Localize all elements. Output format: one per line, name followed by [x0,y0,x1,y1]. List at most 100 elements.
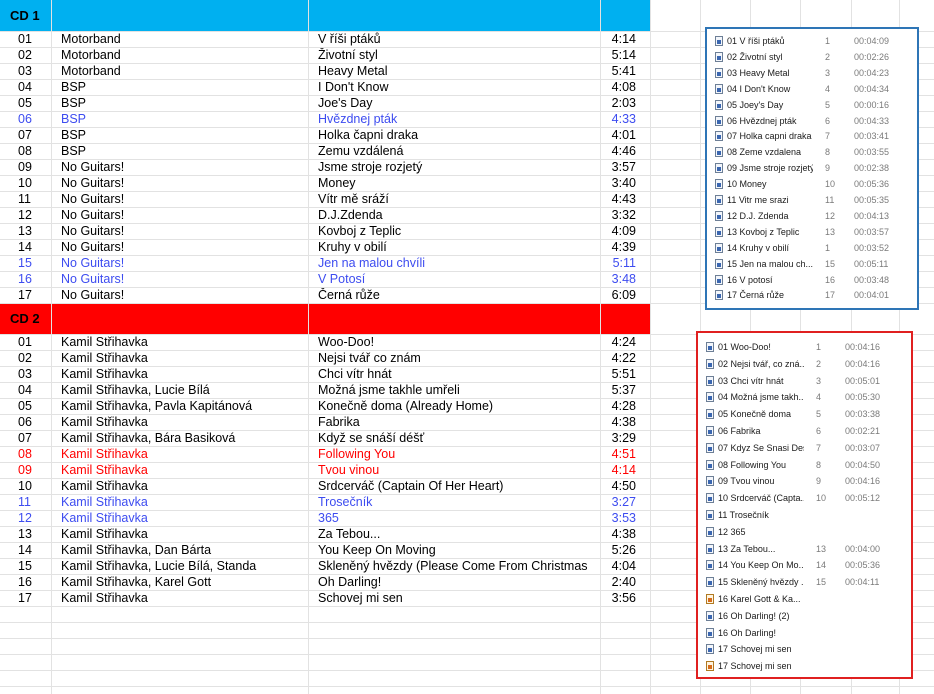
artist-cell[interactable]: BSP [61,111,307,127]
title-cell[interactable]: Joe's Day [318,95,600,111]
track-number-cell[interactable]: 09 [18,159,48,175]
file-list-item[interactable]: 05 Konečně doma 5 00:03:38 [698,406,911,422]
title-cell[interactable]: Konečně doma (Already Home) [318,398,600,414]
table-row[interactable]: 02 Motorband Životní styl 5:14 [0,47,650,63]
duration-cell[interactable]: 4:50 [600,478,636,494]
track-number-cell[interactable]: 11 [18,191,48,207]
title-cell[interactable]: 365 [318,510,600,526]
artist-cell[interactable]: Kamil Střihavka [61,462,307,478]
title-cell[interactable]: Chci vítr hnát [318,366,600,382]
table-row[interactable]: 14 Kamil Střihavka, Dan Bárta You Keep On … [0,542,650,558]
duration-cell[interactable]: 2:40 [600,574,636,590]
title-cell[interactable]: Schovej mi sen [318,590,600,606]
artist-cell[interactable]: Kamil Střihavka, Bára Basiková [61,430,307,446]
track-number-cell[interactable]: 07 [18,127,48,143]
table-row[interactable]: 13 Kamil Střihavka Za Tebou... 4:38 [0,526,650,542]
duration-cell[interactable]: 3:40 [600,175,636,191]
file-list-item[interactable]: 01 V říši ptáků 1 00:04:09 [707,33,917,49]
title-cell[interactable]: Skleněný hvězdy (Please Come From Christ… [318,558,600,574]
table-row[interactable]: 15 Kamil Střihavka, Lucie Bílá, Standa Skl… [0,558,650,574]
table-row[interactable]: 10 No Guitars! Money 3:40 [0,175,650,191]
duration-cell[interactable]: 2:03 [600,95,636,111]
table-row[interactable]: 07 Kamil Střihavka, Bára Basiková Když se … [0,430,650,446]
table-row[interactable]: 08 Kamil Střihavka Following You 4:51 [0,446,650,462]
duration-cell[interactable]: 4:01 [600,127,636,143]
title-cell[interactable]: Možná jsme takhle umřeli [318,382,600,398]
duration-cell[interactable]: 4:28 [600,398,636,414]
track-number-cell[interactable]: 02 [18,47,48,63]
file-list-item[interactable]: 17 Černá růže 17 00:04:01 [707,287,917,303]
duration-cell[interactable]: 5:51 [600,366,636,382]
table-row[interactable]: 17 No Guitars! Černá růže 6:09 [0,287,650,303]
file-list-item[interactable]: 04 Možná jsme takh... 4 00:05:30 [698,389,911,405]
table-row[interactable]: 03 Motorband Heavy Metal 5:41 [0,63,650,79]
table-row[interactable]: 14 No Guitars! Kruhy v obilí 4:39 [0,239,650,255]
file-list-item[interactable]: 07 Kdyz Se Snasi Dest 7 00:03:07 [698,440,911,456]
title-cell[interactable]: Following You [318,446,600,462]
track-number-cell[interactable]: 16 [18,271,48,287]
table-row[interactable]: 12 No Guitars! D.J.Zdenda 3:32 [0,207,650,223]
artist-cell[interactable]: Kamil Střihavka [61,446,307,462]
track-number-cell[interactable]: 09 [18,462,48,478]
title-cell[interactable]: Tvou vinou [318,462,600,478]
duration-cell[interactable]: 4:51 [600,446,636,462]
duration-cell[interactable]: 4:04 [600,558,636,574]
artist-cell[interactable]: Kamil Střihavka, Lucie Bílá [61,382,307,398]
file-list-item[interactable]: 06 Fabrika 6 00:02:21 [698,423,911,439]
artist-cell[interactable]: Motorband [61,47,307,63]
file-list-item[interactable]: 12 D.J. Zdenda 12 00:04:13 [707,208,917,224]
artist-cell[interactable]: Kamil Střihavka [61,526,307,542]
cd1-file-list-panel[interactable]: 01 V říši ptáků 1 00:04:09 02 Životní styl 2… [705,27,919,310]
table-row[interactable]: 09 Kamil Střihavka Tvou vinou 4:14 [0,462,650,478]
table-row[interactable]: 03 Kamil Střihavka Chci vítr hnát 5:51 [0,366,650,382]
table-row[interactable]: 10 Kamil Střihavka Srdcerváč (Captain Of H… [0,478,650,494]
table-row[interactable]: 02 Kamil Střihavka Nejsi tvář co znám 4:22 [0,350,650,366]
table-row[interactable]: 08 BSP Zemu vzdálená 4:46 [0,143,650,159]
title-cell[interactable]: Woo-Doo! [318,334,600,350]
track-number-cell[interactable]: 15 [18,558,48,574]
file-list-item[interactable]: 03 Heavy Metal 3 00:04:23 [707,65,917,81]
table-row[interactable]: 11 Kamil Střihavka Trosečník 3:27 [0,494,650,510]
duration-cell[interactable]: 5:26 [600,542,636,558]
duration-cell[interactable]: 3:53 [600,510,636,526]
duration-cell[interactable]: 6:09 [600,287,636,303]
table-row[interactable]: 16 Kamil Střihavka, Karel Gott Oh Darling!… [0,574,650,590]
table-row[interactable]: 12 Kamil Střihavka 365 3:53 [0,510,650,526]
file-list-item[interactable]: 08 Following You 8 00:04:50 [698,457,911,473]
duration-cell[interactable]: 4:14 [600,462,636,478]
duration-cell[interactable]: 4:43 [600,191,636,207]
artist-cell[interactable]: Kamil Střihavka, Dan Bárta [61,542,307,558]
track-number-cell[interactable]: 15 [18,255,48,271]
file-list-item[interactable]: 08 Zeme vzdalena 8 00:03:55 [707,144,917,160]
title-cell[interactable]: Fabrika [318,414,600,430]
artist-cell[interactable]: Kamil Střihavka, Karel Gott [61,574,307,590]
artist-cell[interactable]: No Guitars! [61,191,307,207]
title-cell[interactable]: Heavy Metal [318,63,600,79]
track-number-cell[interactable]: 05 [18,95,48,111]
track-number-cell[interactable]: 08 [18,143,48,159]
file-list-item[interactable]: 16 Karel Gott & Ka... [698,591,911,607]
file-list-item[interactable]: 07 Holka capni draka 7 00:03:41 [707,128,917,144]
track-number-cell[interactable]: 04 [18,382,48,398]
artist-cell[interactable]: Kamil Střihavka [61,350,307,366]
duration-cell[interactable]: 3:56 [600,590,636,606]
table-row[interactable]: 09 No Guitars! Jsme stroje rozjetý 3:57 [0,159,650,175]
track-number-cell[interactable]: 16 [18,574,48,590]
artist-cell[interactable]: Kamil Střihavka [61,590,307,606]
file-list-item[interactable]: 09 Tvou vinou 9 00:04:16 [698,473,911,489]
track-number-cell[interactable]: 01 [18,31,48,47]
file-list-item[interactable]: 13 Kovboj z Teplic 13 00:03:57 [707,224,917,240]
table-row[interactable]: 05 BSP Joe's Day 2:03 [0,95,650,111]
table-row[interactable]: 07 BSP Holka čapni draka 4:01 [0,127,650,143]
duration-cell[interactable]: 5:37 [600,382,636,398]
track-number-cell[interactable]: 03 [18,366,48,382]
file-list-item[interactable]: 16 Oh Darling! (2) [698,608,911,624]
artist-cell[interactable]: Kamil Střihavka [61,494,307,510]
duration-cell[interactable]: 3:32 [600,207,636,223]
track-number-cell[interactable]: 11 [18,494,48,510]
duration-cell[interactable]: 4:08 [600,79,636,95]
duration-cell[interactable]: 5:41 [600,63,636,79]
artist-cell[interactable]: Kamil Střihavka [61,414,307,430]
duration-cell[interactable]: 4:46 [600,143,636,159]
duration-cell[interactable]: 4:24 [600,334,636,350]
